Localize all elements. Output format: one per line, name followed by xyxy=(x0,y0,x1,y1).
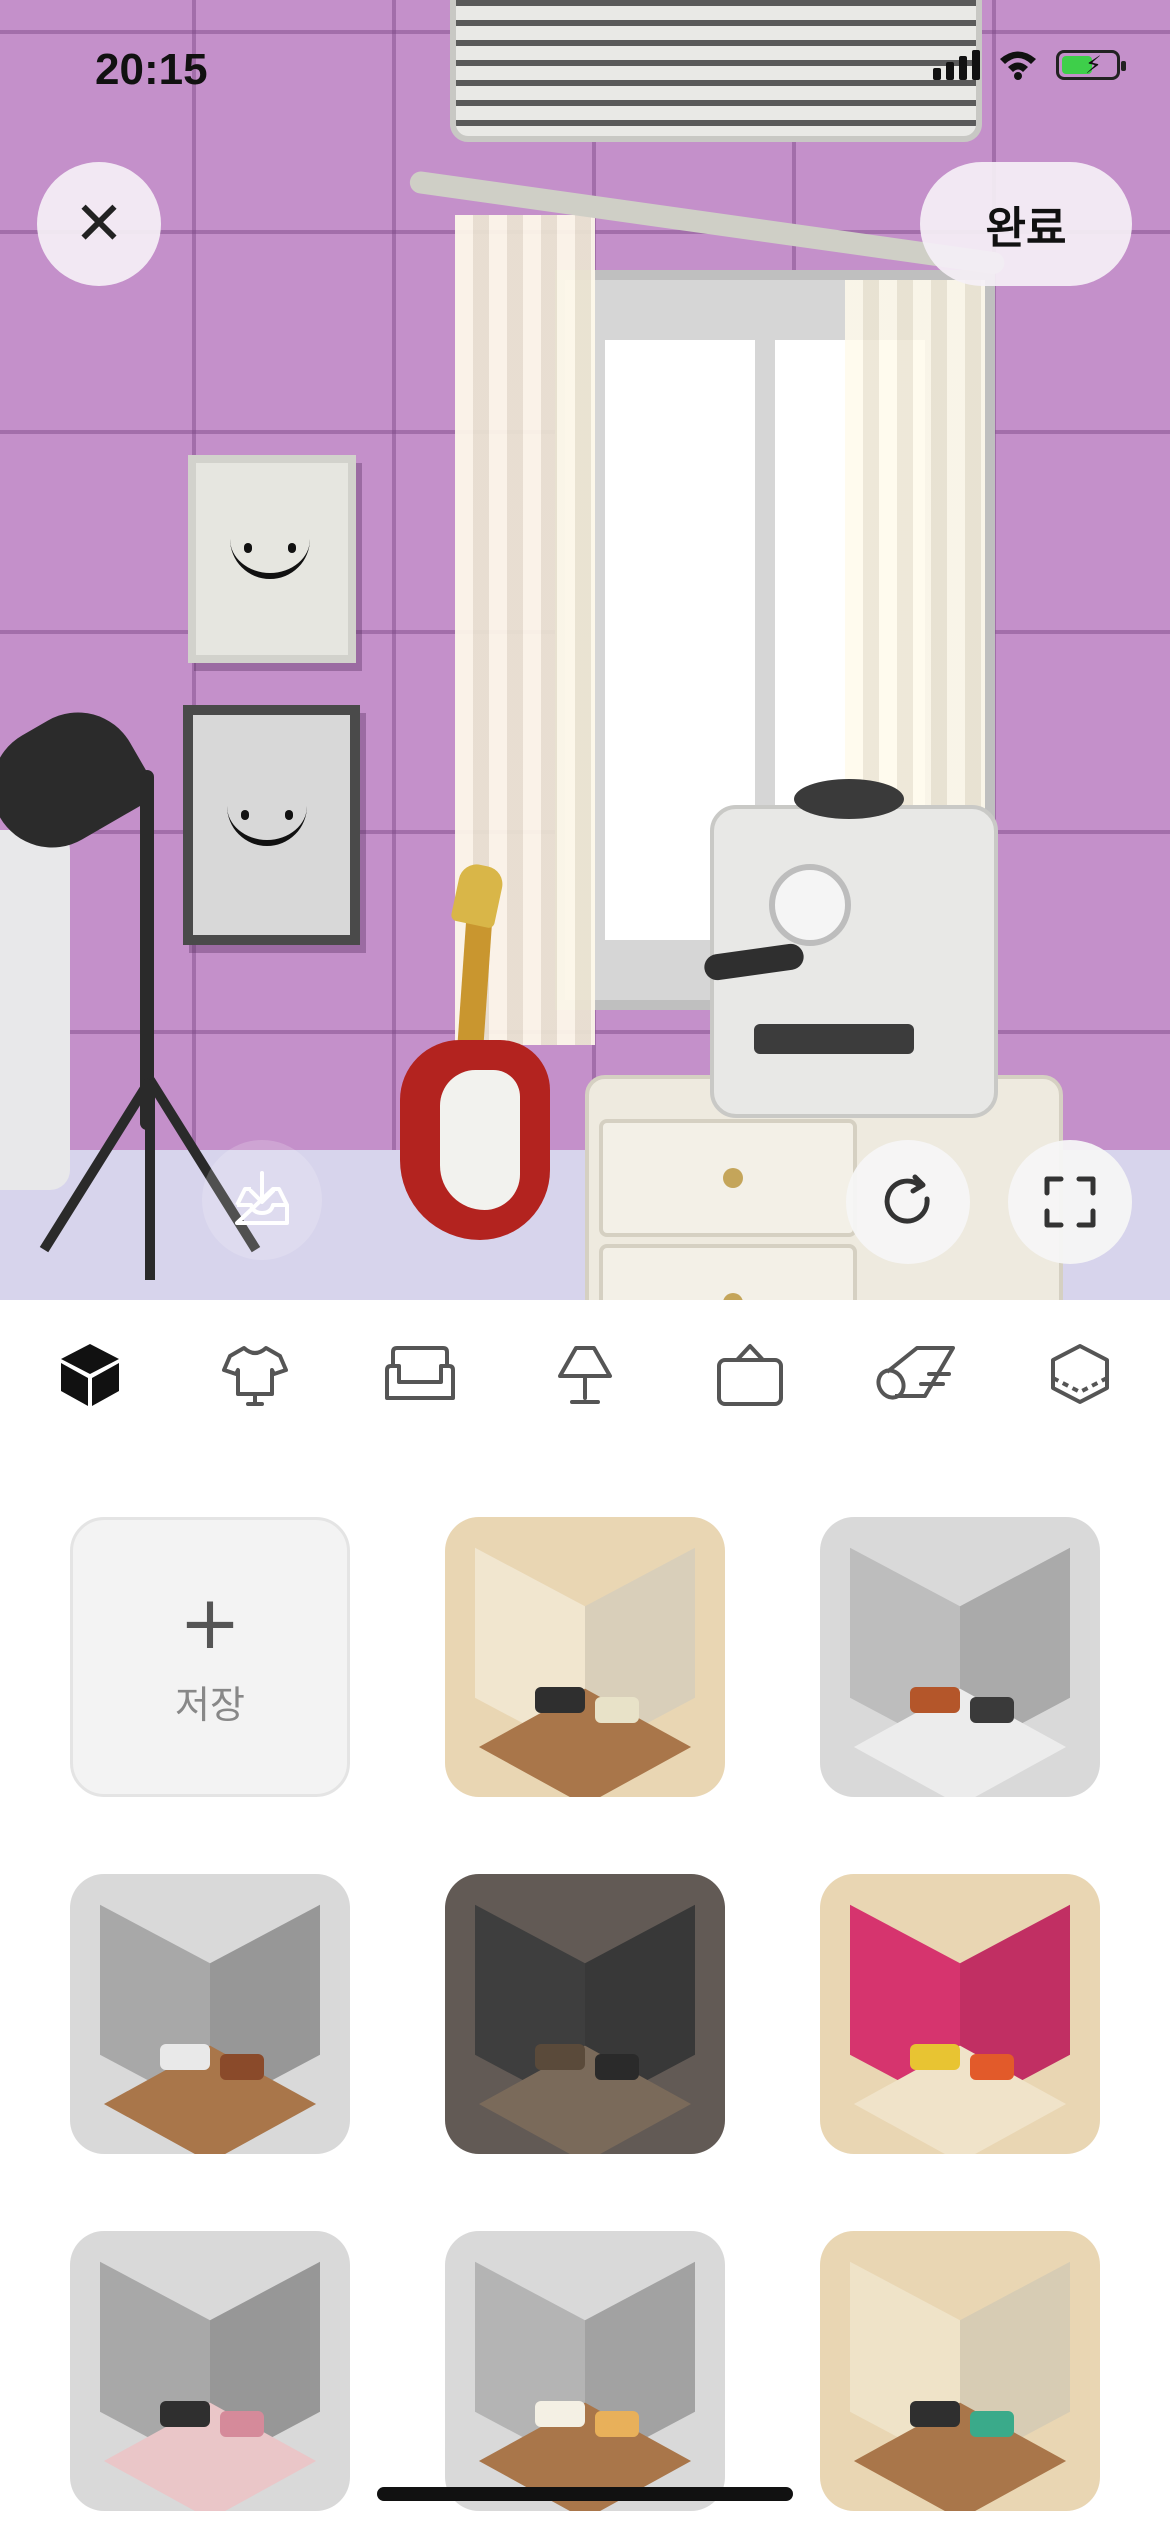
cube-icon xyxy=(61,1344,119,1406)
cabinet-drawer xyxy=(599,1244,857,1300)
close-button[interactable]: ✕ xyxy=(37,162,161,286)
room-preset-thumbnail[interactable] xyxy=(820,1517,1100,1797)
sofa-icon xyxy=(385,1346,455,1400)
room-furniture xyxy=(535,2401,585,2427)
room-furniture xyxy=(220,2411,264,2437)
hanging-cloth[interactable] xyxy=(0,830,70,1190)
drawer-knob xyxy=(723,1293,743,1300)
room-furniture xyxy=(910,2401,960,2427)
floor-tile-icon xyxy=(1051,1344,1109,1404)
guitar-pickguard xyxy=(440,1070,520,1210)
room-illustration xyxy=(850,1547,1070,1797)
room-furniture xyxy=(910,2044,960,2070)
rug-icon xyxy=(876,1346,955,1400)
frame-smile xyxy=(227,800,307,846)
room-furniture xyxy=(970,1697,1014,1723)
room-furniture xyxy=(595,1697,639,1723)
frame-smile xyxy=(230,533,310,579)
floor-lamp-pole xyxy=(140,770,154,1130)
room-illustration xyxy=(475,2261,695,2511)
room-furniture xyxy=(535,2044,585,2070)
save-to-storage-icon xyxy=(235,1171,289,1225)
room-preset-thumbnail[interactable] xyxy=(445,1517,725,1797)
room-illustration xyxy=(850,2261,1070,2511)
espresso-machine[interactable] xyxy=(702,779,998,1118)
room-furniture xyxy=(535,1687,585,1713)
room-furniture xyxy=(970,2054,1014,2080)
room-preset-thumbnail[interactable] xyxy=(820,1874,1100,2154)
room-illustration xyxy=(100,2261,320,2511)
room-preset-thumbnail[interactable] xyxy=(70,1874,350,2154)
espresso-portafilter xyxy=(702,942,806,982)
done-button[interactable]: 완료 xyxy=(920,162,1132,286)
save-to-storage-button[interactable] xyxy=(202,1140,322,1260)
room-illustration xyxy=(850,1904,1070,2154)
cabinet-drawer xyxy=(599,1119,857,1237)
fullscreen-icon xyxy=(1044,1176,1096,1228)
save-label: 저장 xyxy=(175,1682,245,1727)
smiley-frame-dark[interactable] xyxy=(183,705,360,945)
room-illustration xyxy=(475,1904,695,2154)
category-tab-bar xyxy=(0,1300,1170,1450)
battery-charging-icon: ⚡ xyxy=(1056,50,1126,80)
rotate-icon xyxy=(884,1174,930,1224)
tab-wall-decor[interactable] xyxy=(690,1315,810,1435)
status-time: 20:15 xyxy=(95,45,208,94)
tab-room-shape[interactable] xyxy=(1020,1315,1140,1435)
tab-furniture[interactable] xyxy=(360,1315,480,1435)
save-preset-button[interactable]: + 저장 xyxy=(70,1517,350,1797)
plus-icon: + xyxy=(178,1579,241,1666)
status-icons: ⚡ xyxy=(933,48,1126,80)
room-furniture xyxy=(970,2411,1014,2437)
espresso-gauge xyxy=(769,864,851,946)
tab-clothing[interactable] xyxy=(195,1315,315,1435)
tab-presets[interactable] xyxy=(30,1315,150,1435)
air-conditioner[interactable] xyxy=(450,0,982,142)
espresso-drip-tray xyxy=(754,1024,914,1054)
shirt-icon xyxy=(222,1346,288,1406)
lamp-icon xyxy=(558,1346,612,1404)
room-furniture xyxy=(595,2054,639,2080)
room-preset-thumbnail[interactable] xyxy=(820,2231,1100,2511)
rotate-button[interactable] xyxy=(846,1140,970,1264)
tab-lighting[interactable] xyxy=(525,1315,645,1435)
room-illustration xyxy=(100,1904,320,2154)
wall-frame-icon xyxy=(717,1344,783,1406)
cellular-signal-icon xyxy=(933,50,980,80)
room-furniture xyxy=(595,2411,639,2437)
drawer-knob xyxy=(723,1168,743,1188)
room-furniture xyxy=(220,2054,264,2080)
room-preset-thumbnail[interactable] xyxy=(445,1874,725,2154)
espresso-cup-warmer xyxy=(794,779,904,819)
home-indicator xyxy=(377,2487,793,2501)
room-furniture xyxy=(910,1687,960,1713)
room-preset-thumbnail[interactable] xyxy=(445,2231,725,2511)
room-furniture xyxy=(160,2044,210,2070)
room-furniture xyxy=(160,2401,210,2427)
wifi-icon xyxy=(1000,51,1036,80)
room-illustration xyxy=(475,1547,695,1797)
room-preset-thumbnail[interactable] xyxy=(70,2231,350,2511)
fullscreen-button[interactable] xyxy=(1008,1140,1132,1264)
tab-flooring[interactable] xyxy=(855,1315,975,1435)
close-icon: ✕ xyxy=(73,189,125,259)
lamp-leg xyxy=(145,1080,155,1280)
smiley-frame-light[interactable] xyxy=(188,455,356,663)
